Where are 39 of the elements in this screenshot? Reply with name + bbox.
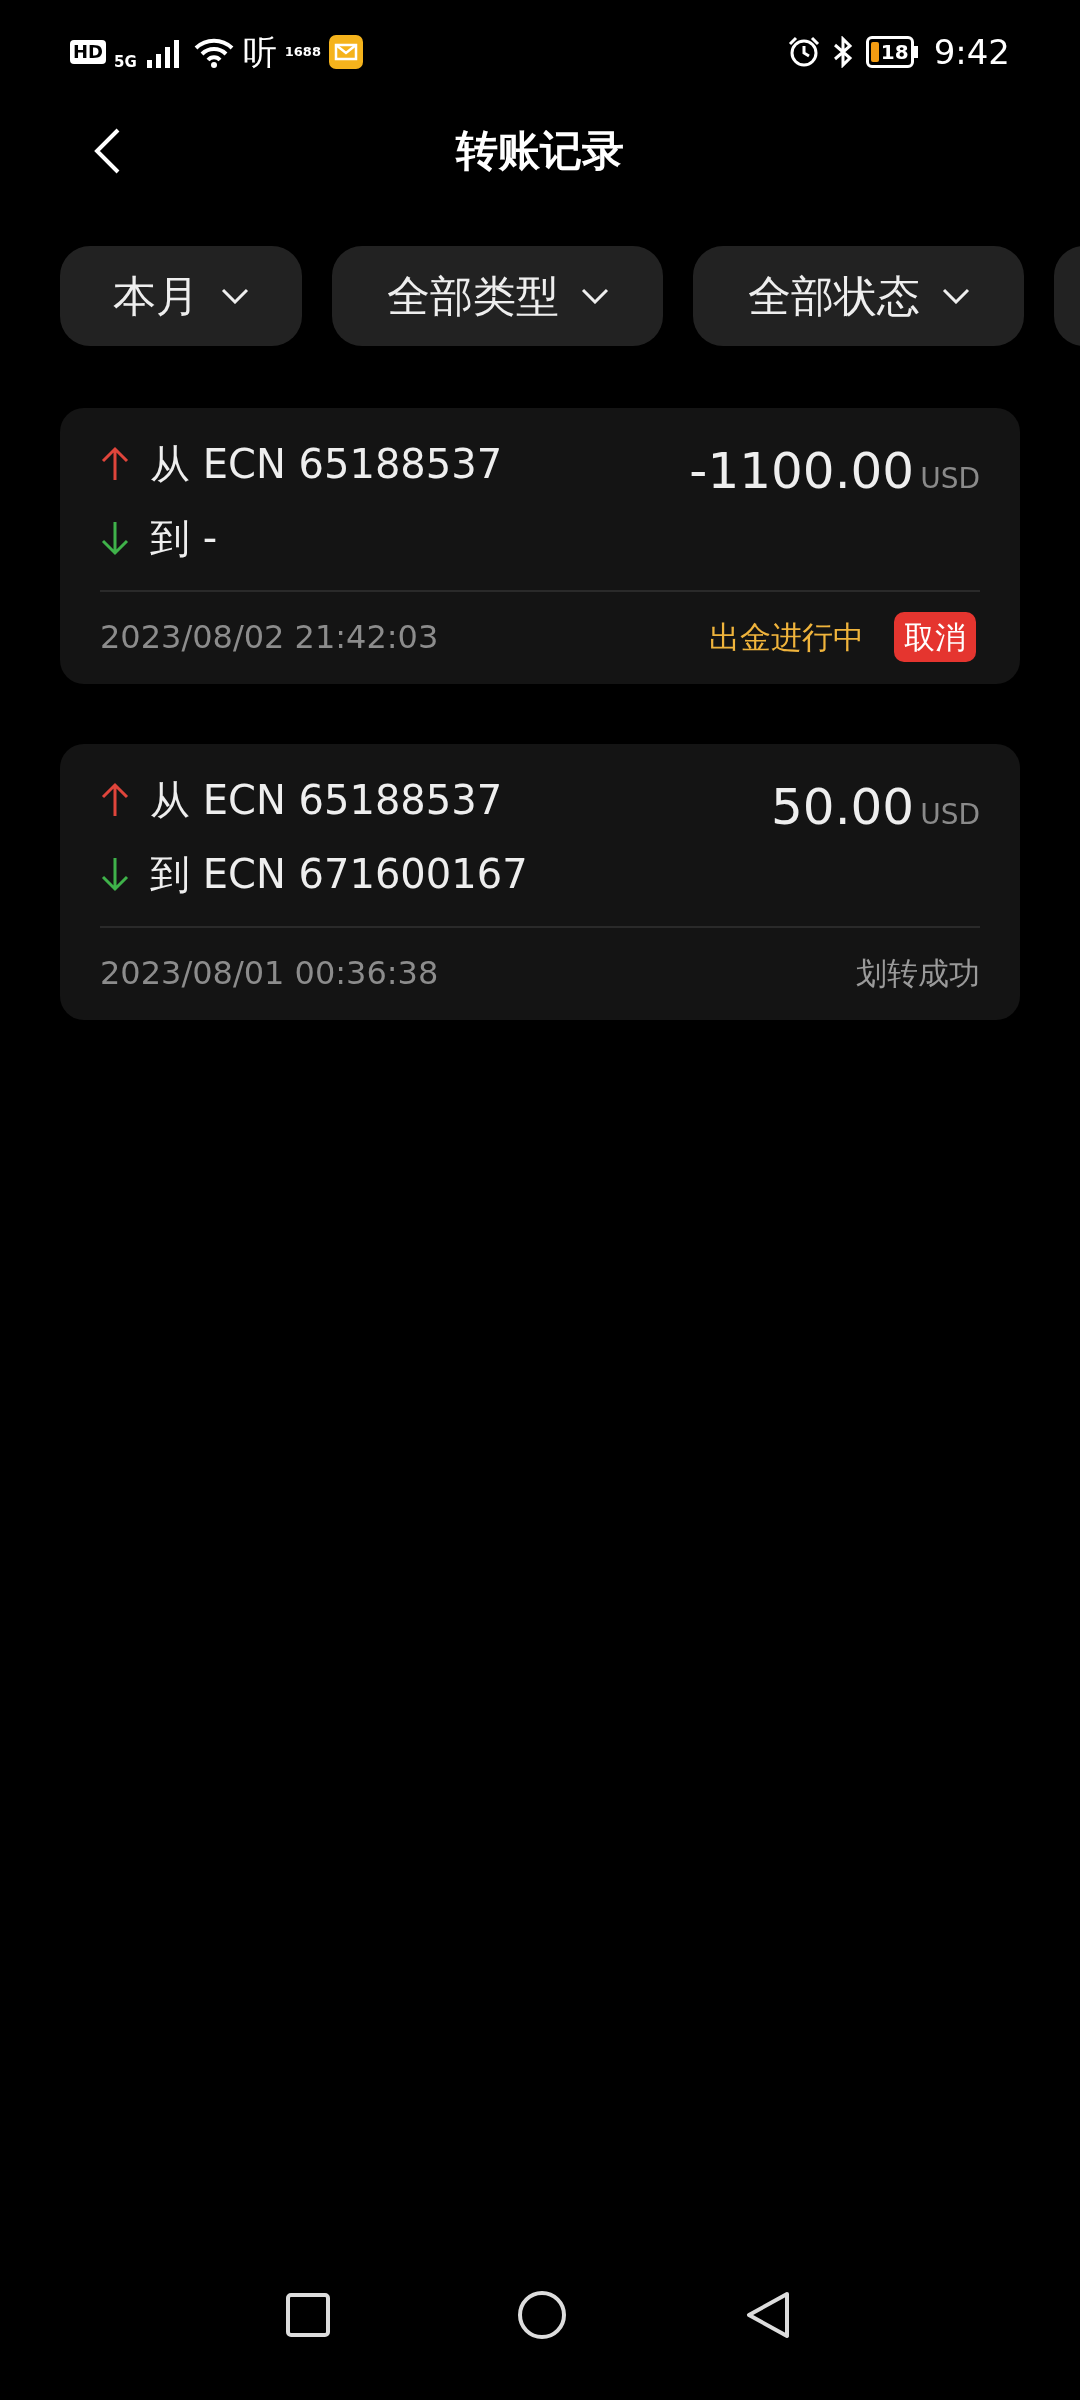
destination-account: 到 - (150, 514, 218, 563)
source-account: 从 ECN 65188537 (150, 776, 503, 825)
transfer-card[interactable]: 从 ECN 65188537 到 ECN 671600167 50.00 USD 2023/08/01 00:36:38 划转成功 (60, 744, 1020, 1020)
status-label: 出金进行中 (709, 617, 864, 657)
timestamp: 2023/08/01 00:36:38 (100, 953, 439, 994)
cancel-button[interactable]: 取消 (894, 612, 976, 662)
wifi-icon (192, 36, 235, 68)
filter-dropdown[interactable]: 本月 (60, 246, 302, 346)
currency: USD (920, 797, 980, 833)
arrow-down-icon (100, 856, 130, 892)
status-label: 划转成功 (856, 953, 980, 993)
clock-time: 9:42 (933, 30, 1010, 74)
arrow-up-icon (100, 446, 130, 482)
destination-account: 到 ECN 671600167 (150, 850, 528, 899)
chevron-down-icon (221, 288, 249, 304)
chevron-down-icon (941, 288, 970, 304)
recent-apps-icon[interactable] (285, 2292, 331, 2338)
app-glyph: 听 (242, 35, 277, 69)
home-icon[interactable] (517, 2290, 567, 2340)
filter-dropdown[interactable]: 全部类型 (332, 246, 663, 346)
bluetooth-icon (831, 36, 854, 68)
chevron-down-icon (580, 288, 609, 304)
alarm-icon (787, 36, 820, 68)
amount: 50.00 (771, 777, 915, 838)
amount: -1100.00 (689, 441, 915, 502)
app-label: 1688 (284, 43, 321, 62)
transfer-card[interactable]: 从 ECN 65188537 到 - -1100.00 USD 2023/08/02 21:42:03 出金进行中 取消 (60, 408, 1020, 684)
network-label: 5G (114, 51, 137, 73)
arrow-up-icon (100, 782, 130, 818)
arrow-down-icon (100, 520, 130, 556)
currency: USD (920, 461, 980, 497)
filter-dropdown[interactable]: 全部状态 (693, 246, 1024, 346)
hd-badge: HD (70, 40, 106, 64)
source-account: 从 ECN 65188537 (150, 440, 503, 489)
back-icon[interactable] (92, 127, 122, 175)
page-title: 转账记录 (456, 124, 624, 177)
timestamp: 2023/08/02 21:42:03 (100, 617, 439, 658)
back-nav-icon[interactable] (745, 2290, 791, 2340)
mail-icon (328, 35, 363, 69)
